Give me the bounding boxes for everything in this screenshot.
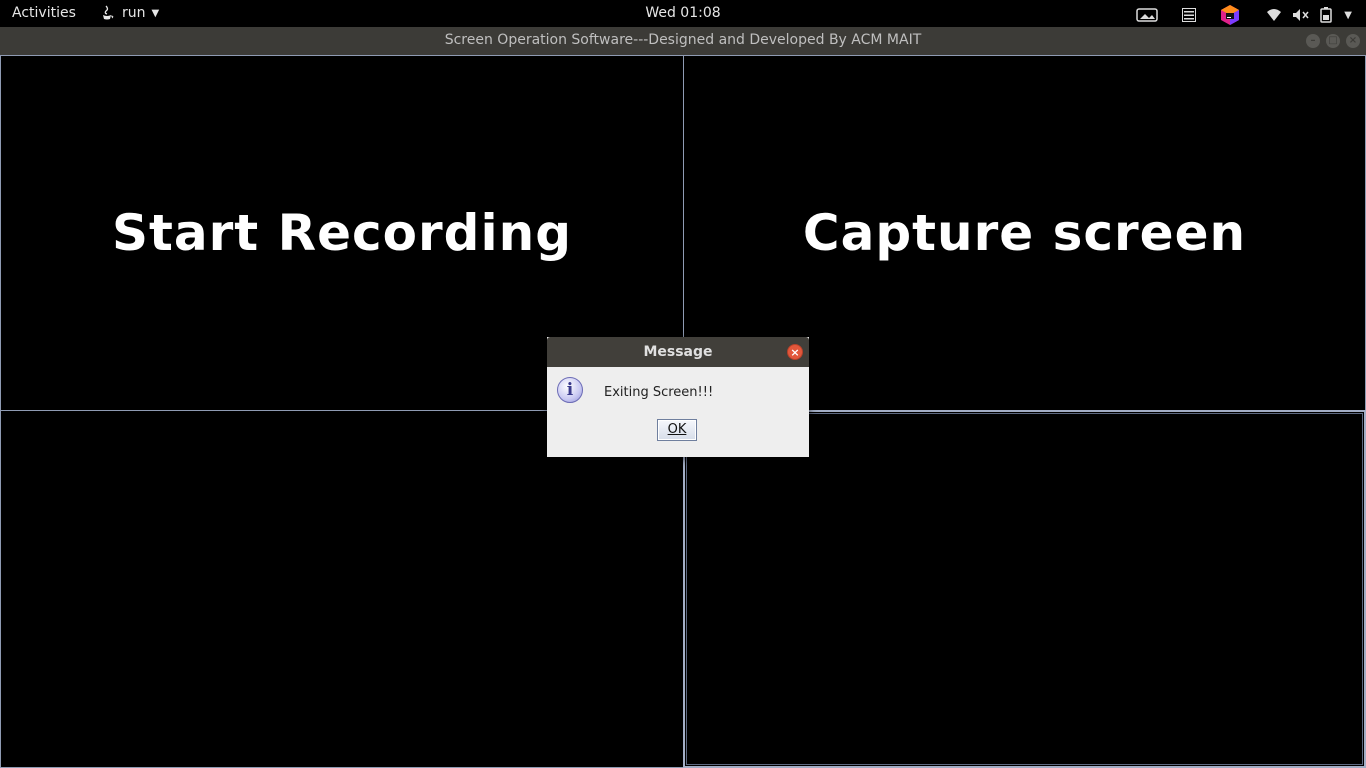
top-bar: Activities run ▼ Wed 01:08 ▼ [0,0,1366,27]
minimize-icon[interactable]: – [1306,34,1320,48]
bottom-right-panel[interactable] [683,410,1366,768]
dialog-title: Message [643,344,713,360]
system-tray[interactable]: ▼ [1136,4,1352,26]
ok-button[interactable]: OK [657,419,697,441]
dialog-message: Exiting Screen!!! [604,385,714,400]
battery-icon[interactable] [1320,7,1333,23]
close-icon[interactable]: × [787,344,803,360]
info-icon: i [557,377,583,403]
window-titlebar: Screen Operation Software---Designed and… [0,27,1366,56]
maximize-icon[interactable]: □ [1326,34,1340,48]
window-title: Screen Operation Software---Designed and… [444,32,922,48]
panel-focus-border [686,413,1363,765]
close-icon[interactable]: × [1346,34,1360,48]
volume-mute-icon[interactable] [1292,8,1310,22]
wifi-icon[interactable] [1266,8,1282,22]
dialog-titlebar: Message × [547,337,809,367]
capture-screen-label: Capture screen [802,204,1247,262]
menu-icon[interactable] [1182,8,1197,22]
message-dialog: Message × i Exiting Screen!!! OK [547,337,809,457]
start-recording-label: Start Recording [112,204,572,262]
bottom-left-panel[interactable] [0,410,684,768]
app-cube-icon[interactable] [1220,4,1240,26]
screen-icon[interactable] [1136,8,1159,22]
chevron-down-icon[interactable]: ▼ [1344,10,1352,21]
